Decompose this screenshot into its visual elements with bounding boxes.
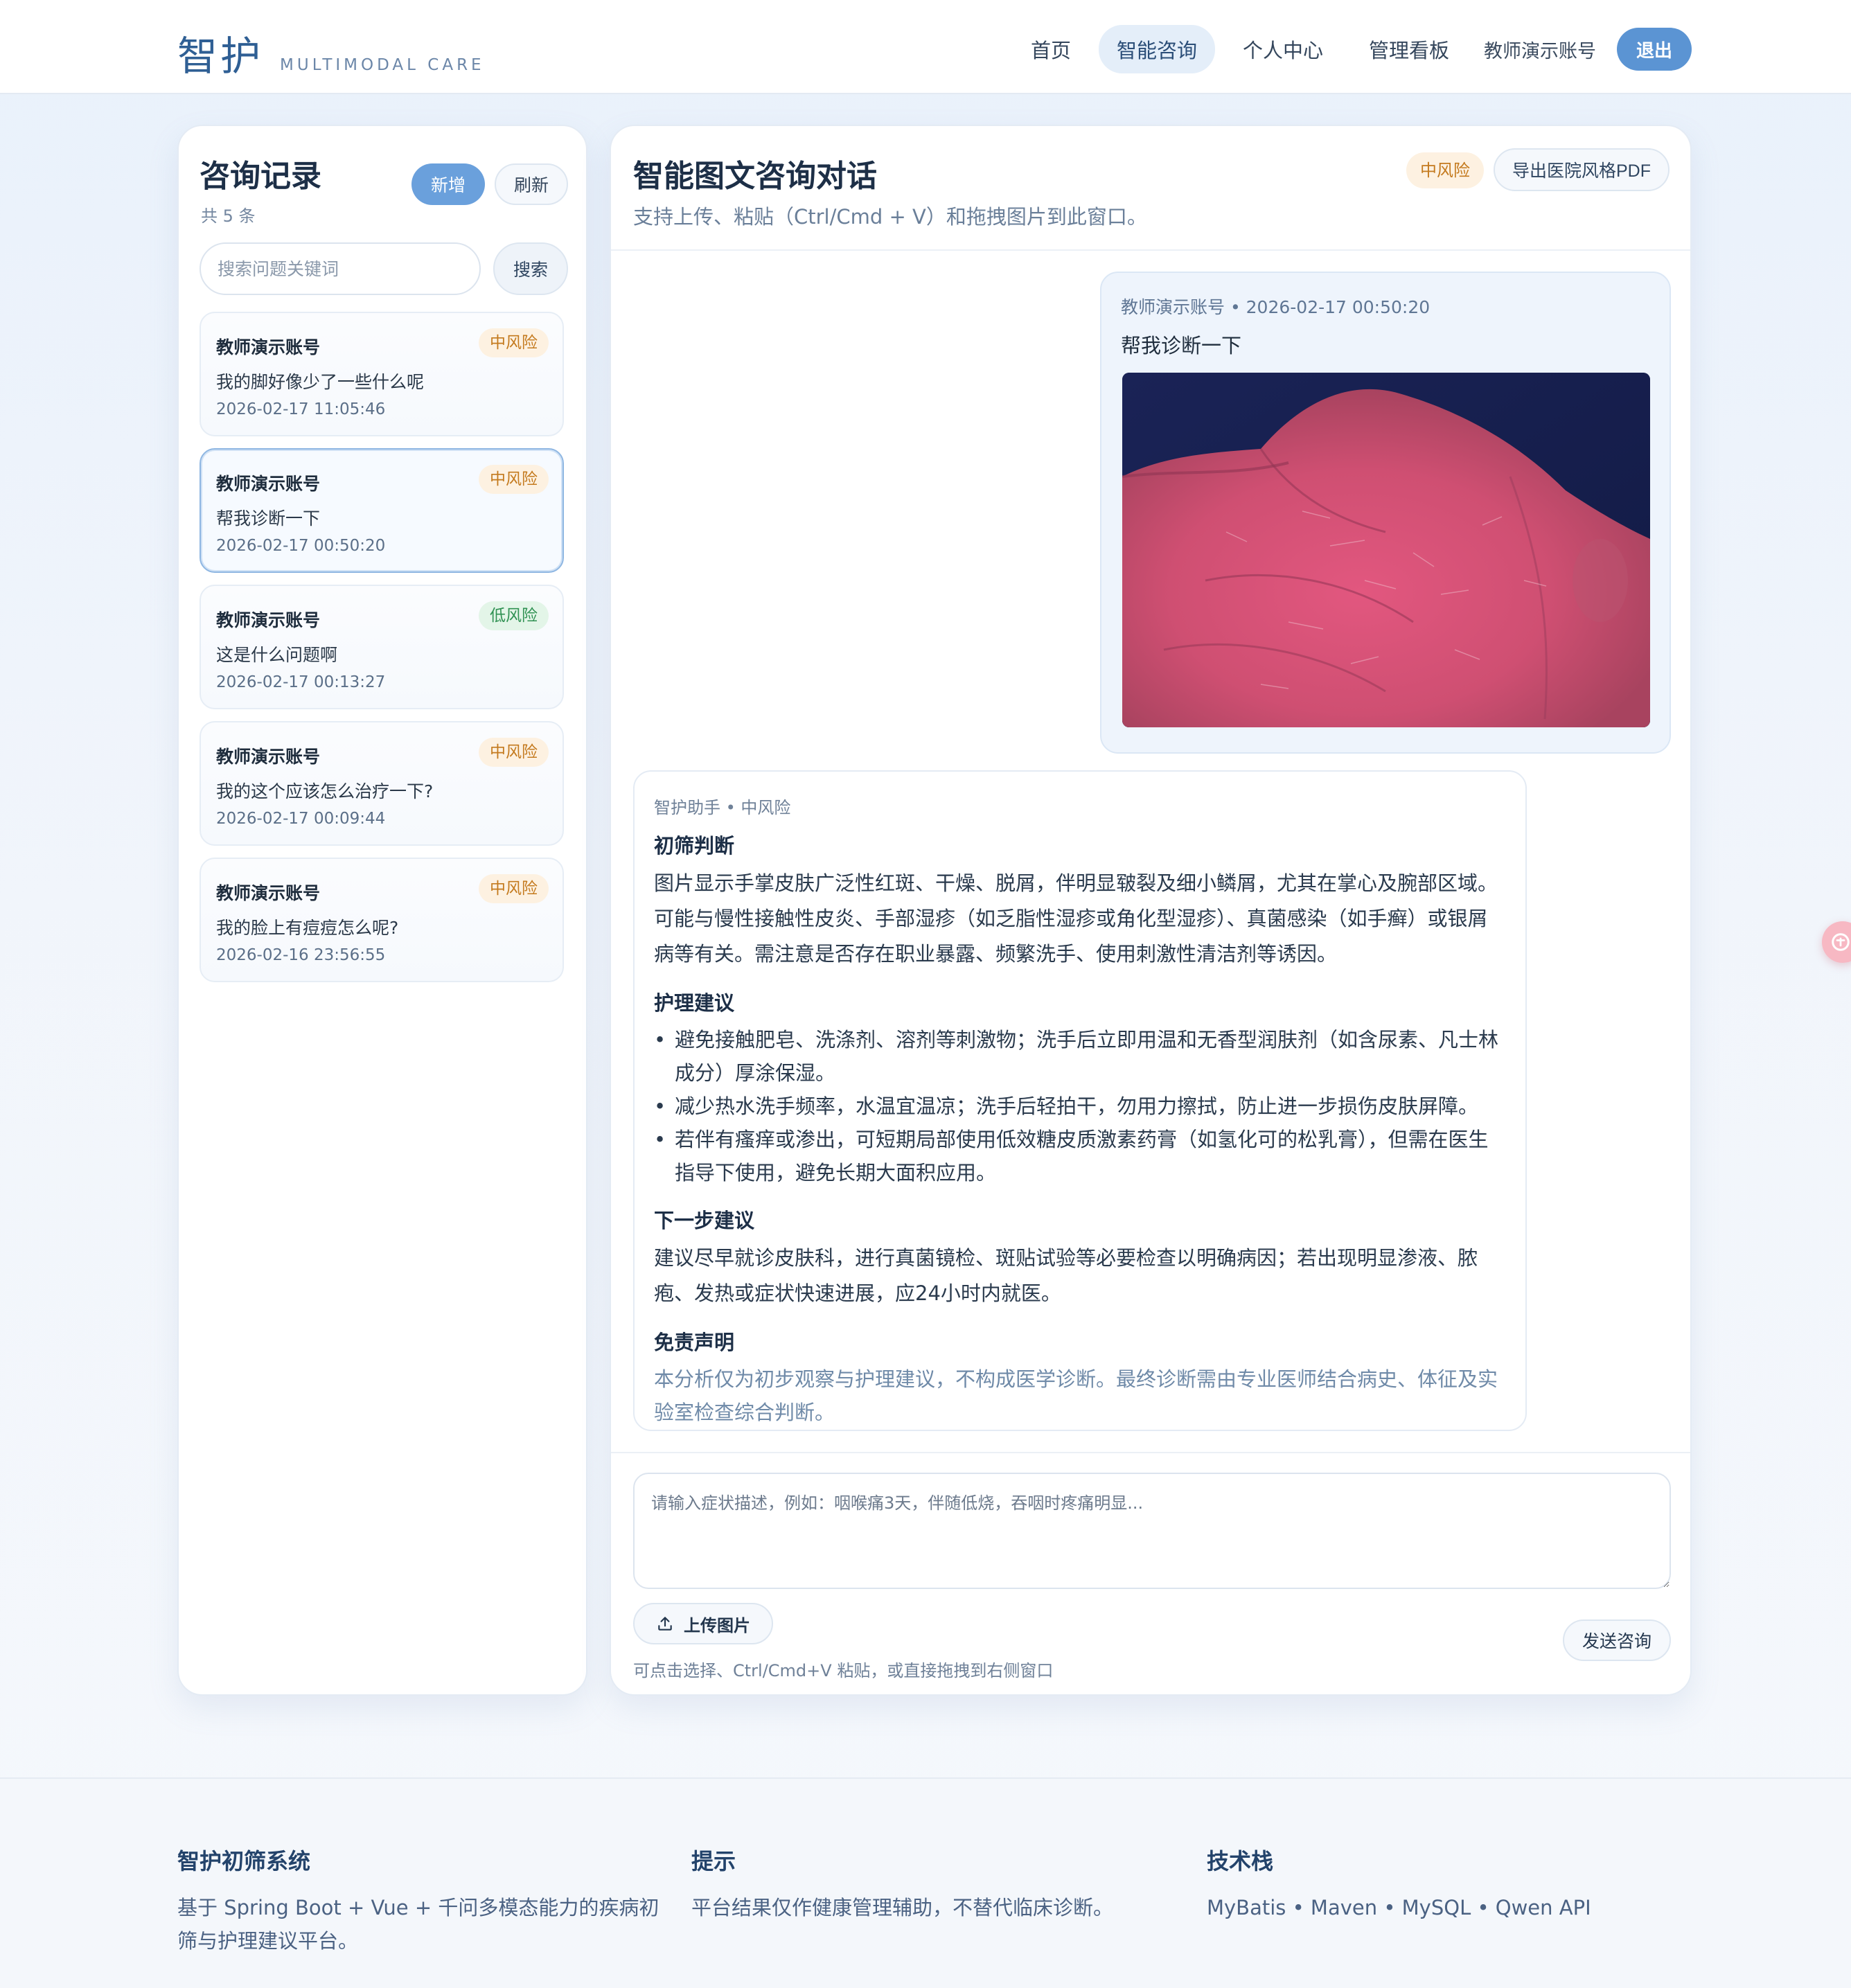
top-navbar: 智护 MULTIMODAL CARE 首页 智能咨询 个人中心 管理看板 教师演… [0,0,1851,94]
care-tip: 避免接触肥皂、洗涤剂、溶剂等刺激物；洗手后立即用温和无香型润肤剂（如含尿素、凡士… [654,1023,1499,1090]
uploaded-hand-image[interactable] [1122,373,1650,727]
upload-image-label: 上传图片 [684,1616,750,1635]
risk-badge: 中风险 [479,874,549,903]
section-heading-care: 护理建议 [654,991,735,1015]
history-item[interactable]: 教师演示账号 中风险 我的脸上有痘痘怎么呢? 2026-02-16 23:56:… [200,858,564,982]
logout-button[interactable]: 退出 [1617,28,1692,71]
screening-text: 图片显示手掌皮肤广泛性红斑、干燥、脱屑，伴明显皲裂及细小鳞屑，尤其在掌心及腕部区… [654,871,1498,966]
assistant-message-bubble: 智护助手 • 中风险 初筛判断 图片显示手掌皮肤广泛性红斑、干燥、脱屑，伴明显皲… [633,770,1527,1431]
upload-hint: 可点击选择、Ctrl/Cmd+V 粘贴，或直接拖拽到右侧窗口 [633,1661,1054,1680]
history-item-question: 我的脸上有痘痘怎么呢? [216,918,399,938]
user-message-meta: 教师演示账号 • 2026-02-17 00:50:20 [1121,297,1431,317]
nav-dashboard[interactable]: 管理看板 [1351,25,1467,73]
risk-badge: 低风险 [479,601,549,630]
history-item-question: 这是什么问题啊 [216,645,338,665]
export-pdf-button[interactable]: 导出医院风格PDF [1494,148,1670,191]
symptom-input[interactable] [633,1473,1671,1589]
risk-badge: 中风险 [479,465,549,494]
care-tip: 减少热水洗手频率，水温宜温凉；洗手后轻拍干，勿用力擦拭，防止进一步损伤皮肤屏障。 [654,1090,1499,1123]
translate-icon [1832,933,1850,951]
footer-tech: 技术栈 MyBatis • Maven • MySQL • Qwen API [1207,1844,1692,1924]
chat-risk-badge: 中风险 [1406,152,1484,188]
next-step-text: 建议尽早就诊皮肤科，进行真菌镜检、斑贴试验等必要检查以明确病因；若出现明显渗液、… [654,1246,1478,1305]
history-count: 共 5 条 [201,206,256,226]
footer-about-text: 基于 Spring Boot + Vue + 千问多模态能力的疾病初筛与护理建议… [177,1896,659,1953]
chat-subtitle: 支持上传、粘贴（Ctrl/Cmd + V）和拖拽图片到此窗口。 [633,205,1147,229]
divider [611,1452,1690,1453]
history-item-time: 2026-02-17 00:09:44 [216,810,386,828]
history-search-input[interactable] [200,242,481,295]
history-list: 教师演示账号 中风险 我的脚好像少了一些什么呢 2026-02-17 11:05… [200,312,564,994]
assistant-message-meta: 智护助手 • 中风险 [654,798,791,817]
upload-icon [658,1617,672,1631]
history-item-user: 教师演示账号 [216,474,321,494]
care-tips-list: 避免接触肥皂、洗涤剂、溶剂等刺激物；洗手后立即用温和无香型润肤剂（如含尿素、凡士… [654,1023,1499,1189]
history-title: 咨询记录 [200,159,321,194]
user-message-text: 帮我诊断一下 [1121,334,1242,357]
chat-panel: 智能图文咨询对话 支持上传、粘贴（Ctrl/Cmd + V）和拖拽图片到此窗口。… [610,125,1692,1696]
history-item-question: 我的脚好像少了一些什么呢 [216,372,425,392]
footer-about: 智护初筛系统 基于 Spring Boot + Vue + 千问多模态能力的疾病… [177,1844,662,1958]
history-search-button[interactable]: 搜索 [493,242,568,295]
history-item[interactable]: 教师演示账号 中风险 我的脚好像少了一些什么呢 2026-02-17 11:05… [200,312,564,436]
brand-name-en: MULTIMODAL CARE [280,56,485,74]
footer-about-title: 智护初筛系统 [177,1848,311,1874]
history-item-user: 教师演示账号 [216,610,321,630]
send-consult-button[interactable]: 发送咨询 [1563,1619,1671,1661]
history-item-time: 2026-02-17 11:05:46 [216,400,386,418]
section-heading-next-step: 下一步建议 [654,1209,755,1232]
divider [611,249,1690,251]
disclaimer-text: 本分析仅为初步观察与护理建议，不构成医学诊断。最终诊断需由专业医师结合病史、体征… [654,1367,1498,1424]
main-nav: 首页 智能咨询 个人中心 管理看板 教师演示账号 退出 [1013,25,1692,73]
translate-widget-icon[interactable] [1822,921,1851,963]
assistant-message-body: 初筛判断 图片显示手掌皮肤广泛性红斑、干燥、脱屑，伴明显皲裂及细小鳞屑，尤其在掌… [654,830,1499,1429]
history-item-user: 教师演示账号 [216,337,321,357]
history-item-time: 2026-02-17 00:13:27 [216,673,386,691]
history-item[interactable]: 教师演示账号 中风险 我的这个应该怎么治疗一下? 2026-02-17 00:0… [200,721,564,846]
current-user-name: 教师演示账号 [1484,40,1596,62]
footer-tech-text: MyBatis • Maven • MySQL • Qwen API [1207,1896,1591,1919]
footer-tips-text: 平台结果仅作健康管理辅助，不替代临床诊断。 [691,1896,1114,1919]
history-item-question: 我的这个应该怎么治疗一下? [216,781,434,801]
risk-badge: 中风险 [479,738,549,767]
history-item-time: 2026-02-17 00:50:20 [216,537,386,555]
consult-history-panel: 咨询记录 共 5 条 新增 刷新 搜索 教师演示账号 中风险 我的脚好像少了一些… [177,125,587,1696]
history-item-time: 2026-02-16 23:56:55 [216,946,386,964]
risk-badge: 中风险 [479,328,549,357]
brand-logo[interactable]: 智护 MULTIMODAL CARE [177,24,485,82]
footer-tips-title: 提示 [691,1848,736,1874]
section-heading-disclaimer: 免责声明 [654,1331,735,1354]
history-item[interactable]: 教师演示账号 低风险 这是什么问题啊 2026-02-17 00:13:27 [200,585,564,709]
care-tip: 若伴有瘙痒或渗出，可短期局部使用低效糖皮质激素药膏（如氢化可的松乳膏），但需在医… [654,1123,1499,1189]
user-message-bubble: 教师演示账号 • 2026-02-17 00:50:20 帮我诊断一下 [1100,272,1671,754]
upload-image-button[interactable]: 上传图片 [633,1603,773,1644]
history-item-selected[interactable]: 教师演示账号 中风险 帮我诊断一下 2026-02-17 00:50:20 [200,448,564,573]
new-consult-button[interactable]: 新增 [411,163,485,205]
history-item-user: 教师演示账号 [216,747,321,767]
footer-tech-title: 技术栈 [1207,1848,1274,1874]
refresh-button[interactable]: 刷新 [495,163,568,205]
nav-smart-consult[interactable]: 智能咨询 [1098,25,1215,73]
nav-home[interactable]: 首页 [1013,25,1089,73]
history-item-question: 帮我诊断一下 [216,508,321,529]
footer: 智护初筛系统 基于 Spring Boot + Vue + 千问多模态能力的疾病… [0,1777,1851,1988]
section-heading-screening: 初筛判断 [654,834,735,858]
brand-name-cn: 智护 [177,33,264,80]
history-item-user: 教师演示账号 [216,883,321,903]
chat-title: 智能图文咨询对话 [633,159,877,194]
nav-profile[interactable]: 个人中心 [1225,25,1341,73]
hand-photo-illustration [1122,373,1650,727]
footer-tips: 提示 平台结果仅作健康管理辅助，不替代临床诊断。 [691,1844,1162,1924]
